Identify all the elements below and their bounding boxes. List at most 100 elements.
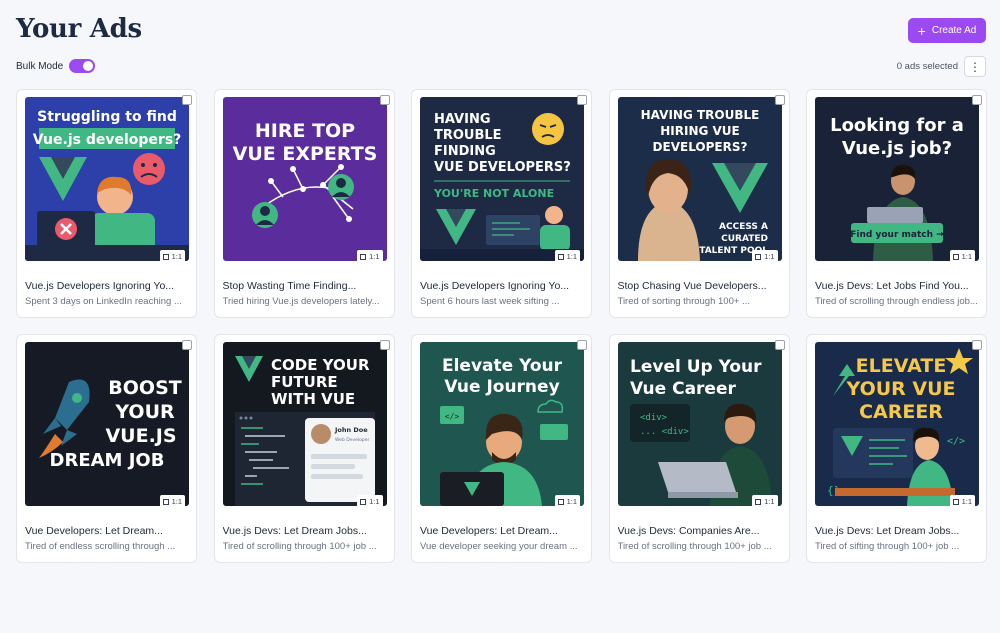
ad-title: Vue.js Devs: Companies Are... bbox=[617, 525, 760, 537]
ad-title: Vue.js Developers Ignoring Yo... bbox=[420, 280, 570, 292]
crop-icon bbox=[557, 498, 564, 505]
aspect-ratio-badge: 1:1 bbox=[554, 250, 580, 263]
more-options-button[interactable]: ⋮ bbox=[964, 56, 986, 77]
ad-description: Vue developer seeking your dream ... bbox=[420, 541, 578, 552]
ad-image-line: Vue.js developers? bbox=[33, 132, 182, 148]
ratio-label: 1:1 bbox=[566, 252, 577, 261]
ad-card[interactable]: HIRE TOP VUE EXPERTS 1:1 Stop Wasting Ti… bbox=[213, 89, 395, 318]
ad-image-line: Vue Career bbox=[630, 379, 736, 399]
select-checkbox[interactable] bbox=[379, 95, 390, 105]
ad-thumbnail: Looking for a Vue.js job? Find your matc… bbox=[815, 97, 979, 261]
aspect-ratio-badge: 1:1 bbox=[357, 495, 383, 508]
ratio-label: 1:1 bbox=[961, 252, 972, 261]
ad-description: Tried hiring Vue.js developers lately... bbox=[222, 296, 380, 307]
select-checkbox[interactable] bbox=[774, 340, 785, 350]
ad-thumbnail: Struggling to find Vue.js developers? bbox=[25, 97, 189, 261]
aspect-ratio-badge: 1:1 bbox=[357, 250, 383, 263]
bulk-mode-toggle[interactable] bbox=[69, 59, 96, 73]
ad-image-line: VUE EXPERTS bbox=[232, 143, 377, 165]
create-ad-button[interactable]: + Create Ad bbox=[908, 18, 986, 43]
ratio-label: 1:1 bbox=[764, 252, 775, 261]
ad-description: Spent 6 hours last week sifting ... bbox=[420, 296, 560, 307]
more-vertical-icon: ⋮ bbox=[969, 59, 981, 74]
selected-count: 0 ads selected bbox=[896, 61, 958, 72]
ad-image-line: HAVING TROUBLE bbox=[640, 108, 759, 122]
select-checkbox[interactable] bbox=[972, 95, 982, 105]
toggle-knob bbox=[83, 61, 94, 71]
aspect-ratio-badge: 1:1 bbox=[752, 495, 778, 508]
aspect-ratio-badge: 1:1 bbox=[949, 250, 975, 263]
ad-card[interactable]: HAVING TROUBLE HIRING VUE DEVELOPERS? AC… bbox=[608, 89, 790, 318]
select-checkbox[interactable] bbox=[182, 95, 192, 105]
ad-card[interactable]: Looking for a Vue.js job? Find your matc… bbox=[806, 89, 987, 318]
ad-title: Stop Chasing Vue Developers... bbox=[617, 280, 767, 292]
ad-image-line: Looking for a bbox=[830, 115, 964, 136]
crop-icon bbox=[360, 498, 367, 505]
ad-card[interactable]: HAVING TROUBLE FINDING VUE DEVELOPERS? Y… bbox=[411, 89, 592, 318]
ad-title: Vue.js Developers Ignoring Yo... bbox=[25, 280, 175, 292]
ad-image-line: DEVELOPERS? bbox=[652, 140, 747, 154]
ratio-label: 1:1 bbox=[764, 497, 775, 506]
ad-card[interactable]: ELEVATE YOUR VUE CAREER {} </> 1:1 Vue.j… bbox=[806, 334, 987, 563]
ad-image-line: HIRE TOP bbox=[254, 120, 354, 142]
ad-image-line: TROUBLE bbox=[434, 128, 502, 143]
ratio-label: 1:1 bbox=[369, 497, 380, 506]
select-checkbox[interactable] bbox=[972, 340, 982, 350]
ad-card[interactable]: BOOST YOUR VUE.JS DREAM JOB 1:1 Vue Deve… bbox=[16, 334, 197, 563]
ad-title: Vue.js Devs: Let Dream Jobs... bbox=[222, 525, 367, 537]
ad-thumbnail: BOOST YOUR VUE.JS DREAM JOB bbox=[25, 342, 189, 506]
crop-icon bbox=[755, 498, 762, 505]
aspect-ratio-badge: 1:1 bbox=[554, 495, 580, 508]
ad-description: Tired of scrolling through 100+ job ... bbox=[222, 541, 377, 552]
ad-card[interactable]: Level Up Your Vue Career <div> ... <div>… bbox=[608, 334, 790, 563]
ad-image-line: Level Up Your bbox=[630, 357, 762, 377]
ad-image-line: YOUR VUE bbox=[845, 378, 955, 400]
crop-icon bbox=[952, 498, 959, 505]
ad-description: Spent 3 days on LinkedIn reaching ... bbox=[25, 296, 182, 307]
ad-title: Vue Developers: Let Dream... bbox=[25, 525, 163, 537]
ad-title: Stop Wasting Time Finding... bbox=[222, 280, 357, 292]
ad-image-line: HAVING bbox=[434, 112, 491, 127]
crop-icon bbox=[557, 253, 564, 260]
ad-thumbnail: HAVING TROUBLE FINDING VUE DEVELOPERS? Y… bbox=[420, 97, 584, 261]
ad-title: Vue.js Devs: Let Dream Jobs... bbox=[815, 525, 960, 537]
plus-icon: + bbox=[917, 22, 926, 39]
ad-image-line: <div> bbox=[640, 413, 668, 423]
ad-image-line: Find your match → bbox=[850, 230, 944, 240]
ad-image-line: ... <div> bbox=[640, 427, 689, 437]
ad-thumbnail: HIRE TOP VUE EXPERTS bbox=[222, 97, 387, 261]
ad-image-line: HIRING VUE bbox=[660, 124, 740, 138]
ad-image-line: BOOST bbox=[108, 377, 181, 399]
select-checkbox[interactable] bbox=[379, 340, 390, 350]
ad-description: Tired of sifting through 100+ job ... bbox=[815, 541, 960, 552]
ad-description: Tired of sorting through 100+ ... bbox=[617, 296, 750, 307]
crop-icon bbox=[162, 498, 169, 505]
ad-thumbnail: Level Up Your Vue Career <div> ... <div> bbox=[617, 342, 782, 506]
select-checkbox[interactable] bbox=[774, 95, 785, 105]
ad-image-line: DREAM JOB bbox=[50, 450, 165, 471]
ad-image-line: YOUR bbox=[114, 401, 175, 423]
select-checkbox[interactable] bbox=[577, 340, 587, 350]
ad-card[interactable]: Struggling to find Vue.js developers? 1:… bbox=[16, 89, 197, 318]
ad-image-line: CURATED bbox=[721, 234, 768, 244]
ad-image-line: VUE DEVELOPERS? bbox=[434, 160, 571, 175]
select-checkbox[interactable] bbox=[577, 95, 587, 105]
ad-description: Tired of scrolling through 100+ job ... bbox=[617, 541, 772, 552]
svg-text:</>: </> bbox=[445, 412, 460, 421]
ratio-label: 1:1 bbox=[369, 252, 380, 261]
ad-image-line: Web Developer bbox=[335, 437, 370, 443]
ad-card[interactable]: CODE YOUR FUTURE WITH VUE John Doe Web D… bbox=[213, 334, 395, 563]
aspect-ratio-badge: 1:1 bbox=[949, 495, 975, 508]
ad-image-line: Vue.js job? bbox=[842, 138, 952, 159]
ads-grid: Struggling to find Vue.js developers? 1:… bbox=[16, 89, 987, 563]
aspect-ratio-badge: 1:1 bbox=[159, 250, 185, 263]
select-checkbox[interactable] bbox=[182, 340, 192, 350]
ad-thumbnail: CODE YOUR FUTURE WITH VUE John Doe Web D… bbox=[222, 342, 387, 506]
ad-description: Tired of endless scrolling through ... bbox=[25, 541, 176, 552]
ad-image-line: John Doe bbox=[334, 426, 368, 434]
ad-card[interactable]: Elevate Your Vue Journey </> 1:1 Vue Dev… bbox=[411, 334, 592, 563]
ad-image-line: WITH VUE bbox=[271, 390, 355, 408]
ad-thumbnail: HAVING TROUBLE HIRING VUE DEVELOPERS? AC… bbox=[617, 97, 782, 261]
ad-image-line: Struggling to find bbox=[37, 109, 177, 125]
ratio-label: 1:1 bbox=[171, 497, 182, 506]
